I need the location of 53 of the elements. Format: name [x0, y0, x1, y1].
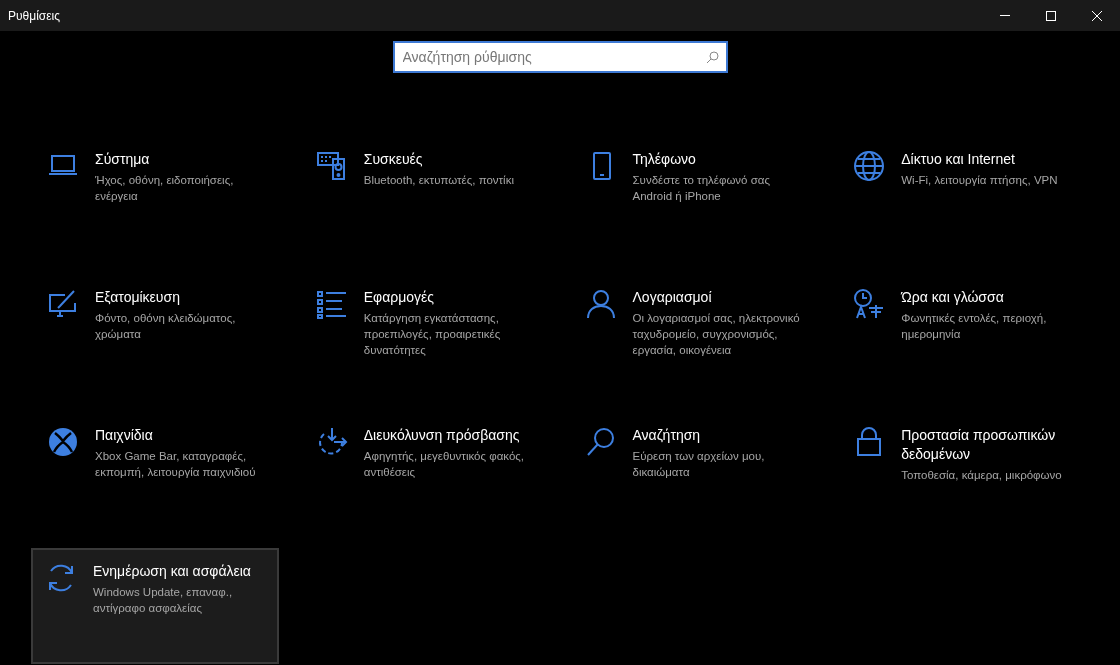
category-tile[interactable]: Σύστημα Ήχος, οθόνη, ειδοποιήσεις, ενέργεια: [33, 136, 281, 252]
minimize-icon: [1000, 15, 1010, 16]
list-icon: [315, 288, 348, 320]
maximize-icon: [1046, 10, 1056, 21]
category-description: Αφηγητής, μεγεθυντικός φακός, αντιθέσεις: [363, 449, 526, 480]
category-tile[interactable]: Προστασία προσωπικών δεδομένων Τοποθεσία, κάμερα, μικρόφωνο: [839, 412, 1088, 528]
clock-and-letter-icon: [853, 288, 886, 320]
xbox-logo-icon: [47, 426, 79, 458]
close-icon: [1092, 10, 1102, 21]
category-title: Συσκευές: [363, 150, 424, 169]
category-tile[interactable]: Εξατομίκευση Φόντο, οθόνη κλειδώματος, χρώματα: [33, 274, 281, 390]
category-description: Τοποθεσία, κάμερα, μικρόφωνο: [901, 468, 1063, 483]
category-description: Εύρεση των αρχείων μου, δικαιώματα: [632, 449, 766, 480]
category-description: Bluetooth, εκτυπωτές, ποντίκι: [363, 173, 515, 188]
category-description: Wi-Fi, λειτουργία πτήσης, VPN: [901, 173, 1059, 188]
category-description: Ήχος, οθόνη, ειδοποιήσεις, ενέργεια: [95, 173, 235, 204]
category-title: Διευκόλυνση πρόσβασης: [363, 426, 521, 445]
category-tile[interactable]: Δίκτυο και Internet Wi-Fi, λειτουργία πτήσης, VPN: [839, 136, 1088, 252]
category-title: Παιχνίδια: [95, 426, 154, 445]
category-tile[interactable]: Αναζήτηση Εύρεση των αρχείων μου, δικαιώματα: [570, 412, 819, 528]
search-icon: [584, 426, 617, 458]
category-description: Windows Update, επαναφ., αντίγραφο ασφαλείας: [93, 585, 234, 616]
category-tile[interactable]: Λογαριασμοί Οι λογαριασμοί σας, ηλεκτρονικό ταχυδρομείο, συγχρονισμός, εργασία, οικογένεια: [570, 274, 819, 390]
category-title: Αναζήτηση: [632, 426, 702, 445]
search-icon: [705, 51, 719, 64]
category-title: Σύστημα: [95, 150, 151, 169]
category-description: Οι λογαριασμοί σας, ηλεκτρονικό ταχυδρομείο, συγχρονισμός, εργασία, οικογένεια: [632, 311, 801, 358]
monitor-with-brush-icon: [47, 288, 79, 320]
category-tile[interactable]: Παιχνίδια Xbox Game Bar, καταγραφές, εκπομπή, λειτουργία παιχνιδιού: [33, 412, 281, 528]
category-title: Εφαρμογές: [363, 288, 436, 307]
category-title: Εξατομίκευση: [95, 288, 181, 307]
category-title: Τηλέφωνο: [632, 150, 697, 169]
category-title: Ώρα και γλώσσα: [901, 288, 1005, 307]
window-title: Ρυθμίσεις: [7, 7, 62, 25]
category-title: Δίκτυο και Internet: [901, 150, 1016, 169]
category-description: Xbox Game Bar, καταγραφές, εκπομπή, λειτουργία παιχνιδιού: [95, 449, 257, 480]
category-tile[interactable]: Ενημέρωση και ασφάλεια Windows Update, επαναφ., αντίγραφο ασφαλείας: [31, 548, 279, 664]
category-description: Φωνητικές εντολές, περιοχή, ημερομηνία: [901, 311, 1048, 342]
category-title: Λογαριασμοί: [632, 288, 713, 307]
globe-icon: [853, 150, 886, 182]
category-tile[interactable]: Διευκόλυνση πρόσβασης Αφηγητής, μεγεθυντικός φακός, αντιθέσεις: [301, 412, 550, 528]
person-icon: [584, 288, 617, 320]
category-tile[interactable]: Συσκευές Bluetooth, εκτυπωτές, ποντίκι: [301, 136, 550, 252]
category-title: Προστασία προσωπικών δεδομένων: [901, 426, 1057, 464]
category-description: Συνδέστε το τηλέφωνό σας Android ή iPhone: [632, 173, 771, 204]
category-tile[interactable]: Τηλέφωνο Συνδέστε το τηλέφωνό σας Android ή iPhone: [570, 136, 819, 252]
search-field[interactable]: Αναζήτηση ρύθμισης: [392, 41, 728, 73]
category-description: Φόντο, οθόνη κλειδώματος, χρώματα: [95, 311, 237, 342]
category-title: Ενημέρωση και ασφάλεια: [93, 562, 252, 581]
keyboard-and-speaker-icon: [315, 150, 348, 182]
category-description: Κατάργηση εγκατάστασης, προεπιλογές, προαιρετικές δυνατότητες: [363, 311, 502, 358]
category-tile[interactable]: Ώρα και γλώσσα Φωνητικές εντολές, περιοχή, ημερομηνία: [839, 274, 1088, 390]
category-tile[interactable]: Εφαρμογές Κατάργηση εγκατάστασης, προεπιλογές, προαιρετικές δυνατότητες: [301, 274, 550, 390]
